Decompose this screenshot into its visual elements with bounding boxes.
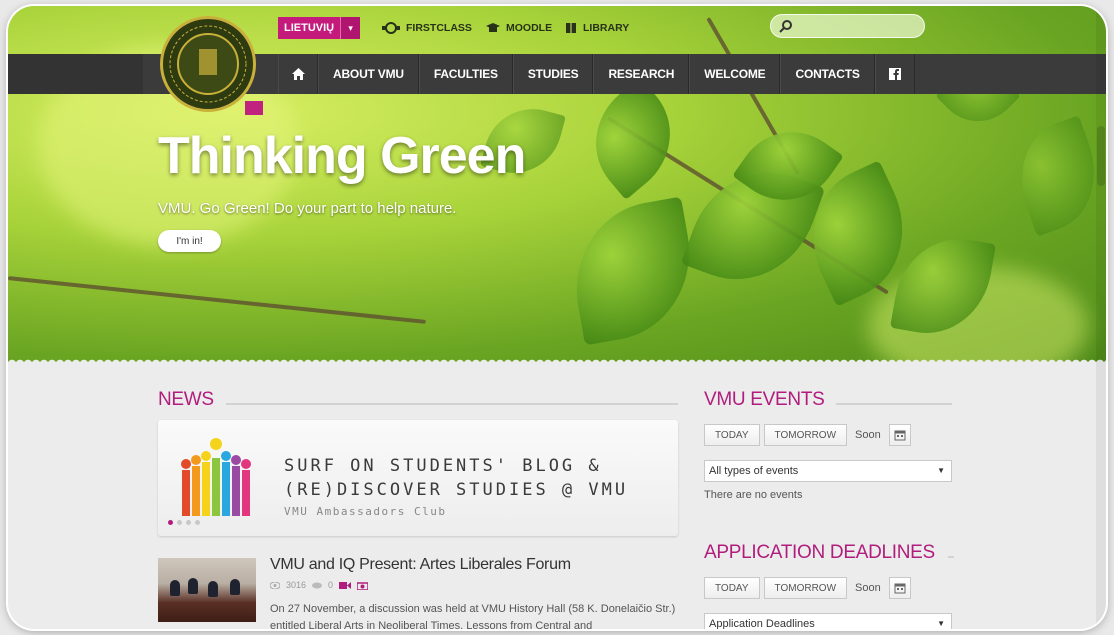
news-title-link[interactable]: VMU and IQ Present: Artes Liberales Foru… bbox=[270, 556, 571, 574]
nav-bar-left bbox=[8, 54, 143, 94]
anniversary-ribbon bbox=[245, 101, 263, 115]
language-caret[interactable]: ▾ bbox=[340, 17, 361, 39]
no-events-message: There are no events bbox=[704, 489, 803, 501]
leaf bbox=[1003, 115, 1106, 237]
news-excerpt: On 27 November, a discussion was held at… bbox=[270, 603, 676, 629]
chevron-down-icon: ▼ bbox=[937, 466, 945, 475]
calendar-icon bbox=[894, 583, 906, 594]
views-count: 3016 bbox=[286, 580, 307, 590]
slider-dot[interactable] bbox=[177, 520, 182, 525]
nav-welcome[interactable]: WELCOME bbox=[689, 54, 781, 94]
deadlines-heading-rule bbox=[948, 556, 954, 558]
main-nav: ABOUT VMU FACULTIES STUDIES RESEARCH WEL… bbox=[278, 54, 915, 94]
news-meta: 3016 0 bbox=[270, 580, 369, 590]
deadlines-calendar-button[interactable] bbox=[888, 577, 911, 599]
quick-link-label: LIBRARY bbox=[583, 22, 630, 34]
page-scrollbar[interactable] bbox=[1096, 6, 1106, 629]
events-filter: TODAY TOMORROW Soon bbox=[704, 424, 911, 446]
quick-link-moodle[interactable]: MOODLE bbox=[486, 18, 552, 38]
deadlines-filter: TODAY TOMORROW Soon bbox=[704, 577, 911, 599]
nav-studies[interactable]: STUDIES bbox=[512, 54, 594, 94]
events-calendar-button[interactable] bbox=[888, 424, 911, 446]
events-type-select[interactable]: All types of events ▼ bbox=[704, 460, 952, 482]
events-soon-link[interactable]: Soon bbox=[851, 429, 885, 441]
eye-icon bbox=[270, 581, 280, 589]
facebook-icon bbox=[888, 68, 901, 80]
slider-dot[interactable] bbox=[168, 520, 173, 525]
slider-dot[interactable] bbox=[195, 520, 200, 525]
im-in-button[interactable]: I'm in! bbox=[158, 230, 221, 252]
language-label[interactable]: LIETUVIŲ bbox=[278, 17, 341, 39]
slider-dot[interactable] bbox=[186, 520, 191, 525]
branch bbox=[8, 276, 426, 324]
search-icon bbox=[779, 20, 792, 33]
nav-contacts[interactable]: CONTACTS bbox=[780, 54, 875, 94]
book-icon bbox=[566, 23, 576, 33]
nav-about-vmu[interactable]: ABOUT VMU bbox=[318, 54, 419, 94]
deadlines-type-select[interactable]: Application Deadlines ▼ bbox=[704, 613, 952, 629]
slider-pagination[interactable] bbox=[168, 520, 200, 525]
news-heading-rule bbox=[226, 403, 678, 405]
chevron-down-icon: ▼ bbox=[937, 619, 945, 628]
nav-facebook[interactable] bbox=[874, 54, 915, 94]
language-switcher[interactable]: LIETUVIŲ ▾ bbox=[278, 17, 361, 39]
events-type-value: All types of events bbox=[709, 465, 799, 477]
leaf bbox=[562, 196, 704, 346]
events-heading: VMU EVENTS bbox=[704, 389, 825, 410]
comments-count: 0 bbox=[328, 580, 334, 590]
deadlines-tomorrow-button[interactable]: TOMORROW bbox=[763, 577, 848, 599]
leaf bbox=[571, 77, 695, 200]
university-seal-logo[interactable] bbox=[160, 16, 263, 115]
deadlines-soon-link[interactable]: Soon bbox=[851, 582, 885, 594]
news-slider[interactable]: SURF ON STUDENTS' BLOG & (RE)DISCOVER ST… bbox=[158, 420, 678, 536]
quick-link-label: FIRSTCLASS bbox=[406, 22, 472, 34]
events-heading-rule bbox=[836, 403, 952, 405]
comment-icon bbox=[312, 582, 323, 588]
events-today-button[interactable]: TODAY bbox=[704, 424, 760, 446]
ambassadors-club-logo bbox=[181, 438, 251, 516]
hero-subtitle: VMU. Go Green! Do your part to help natu… bbox=[158, 200, 457, 217]
quick-link-firstclass[interactable]: FIRSTCLASS bbox=[382, 18, 472, 38]
nav-faculties[interactable]: FACULTIES bbox=[418, 54, 513, 94]
firstclass-icon bbox=[382, 22, 400, 34]
graduation-cap-icon bbox=[486, 23, 500, 32]
calendar-icon bbox=[894, 430, 906, 441]
hero-title: Thinking Green bbox=[158, 127, 526, 185]
news-heading: NEWS bbox=[158, 389, 214, 410]
nav-home[interactable] bbox=[278, 54, 318, 94]
deadlines-today-button[interactable]: TODAY bbox=[704, 577, 760, 599]
hero-divider bbox=[8, 356, 1106, 364]
seal-ring-icon bbox=[169, 25, 247, 103]
nav-research[interactable]: RESEARCH bbox=[593, 54, 690, 94]
quick-link-library[interactable]: LIBRARY bbox=[565, 18, 629, 38]
scrollbar-thumb[interactable] bbox=[1097, 126, 1105, 186]
deadlines-heading: APPLICATION DEADLINES bbox=[704, 542, 935, 563]
news-thumbnail[interactable] bbox=[158, 558, 256, 622]
slider-headline-1: SURF ON STUDENTS' BLOG & bbox=[284, 456, 602, 476]
quick-link-label: MOODLE bbox=[506, 22, 553, 34]
slider-headline-2: (RE)DISCOVER STUDIES @ VMU bbox=[284, 480, 629, 500]
home-icon bbox=[291, 68, 305, 80]
browser-frame: Thinking Green VMU. Go Green! Do your pa… bbox=[8, 6, 1106, 629]
search-input[interactable] bbox=[770, 14, 925, 38]
camera-icon bbox=[357, 581, 369, 590]
deadlines-type-value: Application Deadlines bbox=[709, 618, 815, 629]
slider-caption: VMU Ambassadors Club bbox=[284, 505, 447, 518]
video-icon bbox=[339, 581, 352, 589]
events-tomorrow-button[interactable]: TOMORROW bbox=[763, 424, 848, 446]
